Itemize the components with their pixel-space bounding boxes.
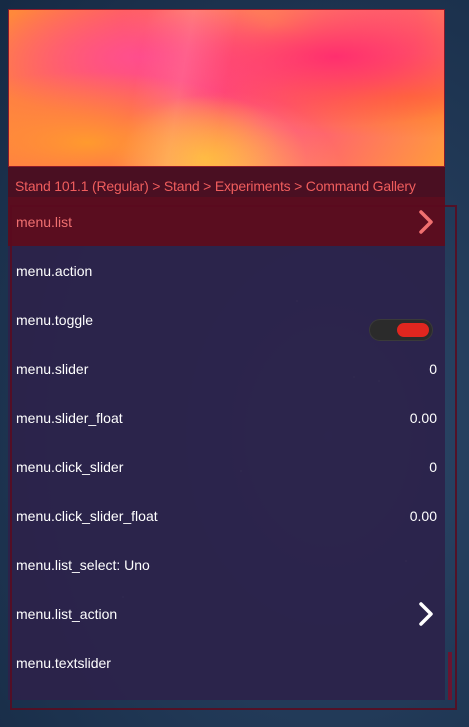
list-item-menu-list[interactable]: menu.list bbox=[8, 197, 445, 246]
scrollbar[interactable] bbox=[448, 652, 452, 700]
menu-header-image bbox=[8, 9, 445, 167]
item-label: menu.textslider bbox=[16, 654, 111, 671]
list-item-menu-list-select[interactable]: menu.list_select: Uno bbox=[8, 540, 445, 589]
list-item-menu-textslider[interactable]: menu.textslider bbox=[8, 638, 445, 687]
list-item-menu-list-action[interactable]: menu.list_action bbox=[8, 589, 445, 638]
command-list[interactable]: menu.list menu.action menu.toggle menu.s… bbox=[8, 197, 445, 700]
list-item-menu-slider[interactable]: menu.slider 0 bbox=[8, 344, 445, 393]
chevron-right-icon bbox=[415, 207, 437, 237]
slider-value: 0.00 bbox=[409, 507, 437, 524]
item-label: menu.slider bbox=[16, 360, 89, 377]
item-label: menu.toggle bbox=[16, 311, 94, 328]
list-item-menu-click-slider-float[interactable]: menu.click_slider_float 0.00 bbox=[8, 491, 445, 540]
list-item-menu-toggle[interactable]: menu.toggle bbox=[8, 295, 445, 344]
item-label: menu.list_select: Uno bbox=[16, 556, 150, 573]
toggle-switch[interactable] bbox=[369, 318, 433, 341]
item-label: menu.action bbox=[16, 262, 93, 279]
slider-value: 0.00 bbox=[409, 409, 437, 426]
item-label: menu.click_slider bbox=[16, 458, 124, 475]
toggle-knob bbox=[397, 322, 429, 337]
item-label: menu.list_action bbox=[16, 605, 118, 622]
item-label: menu.list bbox=[16, 213, 73, 230]
slider-value: 0 bbox=[429, 458, 437, 475]
item-label: menu.slider_float bbox=[16, 409, 123, 426]
list-item-menu-slider-float[interactable]: menu.slider_float 0.00 bbox=[8, 393, 445, 442]
slider-value: 0 bbox=[429, 360, 437, 377]
breadcrumb-text: Stand 101.1 (Regular) > Stand > Experime… bbox=[15, 178, 416, 194]
list-item-menu-action[interactable]: menu.action bbox=[8, 246, 445, 295]
chevron-right-icon bbox=[415, 599, 437, 629]
item-label: menu.click_slider_float bbox=[16, 507, 158, 524]
list-item-menu-click-slider[interactable]: menu.click_slider 0 bbox=[8, 442, 445, 491]
